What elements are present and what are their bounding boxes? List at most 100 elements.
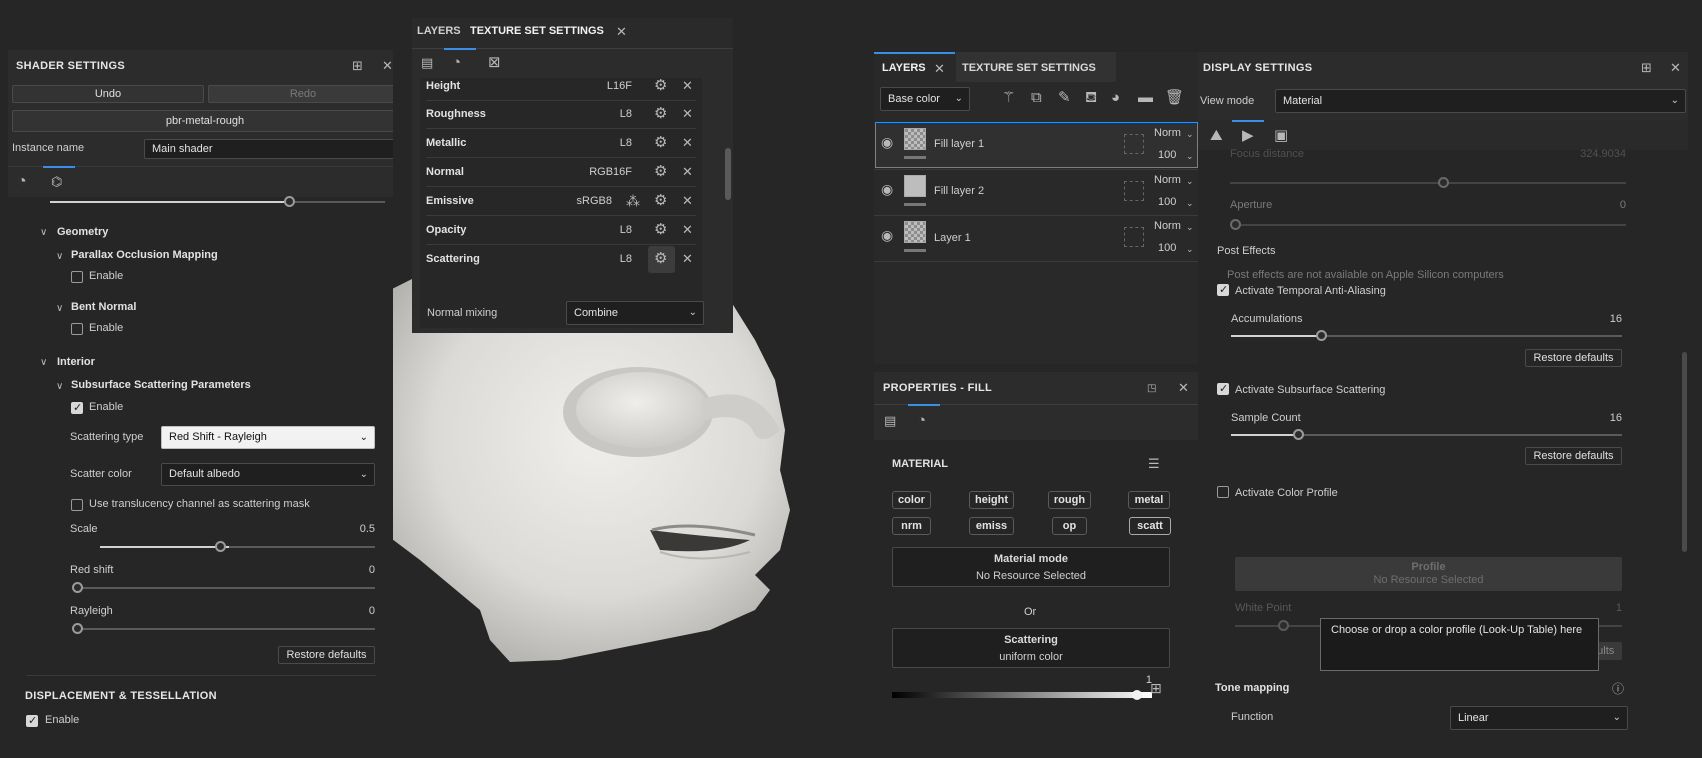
interior-section[interactable]: Interior: [57, 356, 95, 368]
trash-icon[interactable]: 🗑: [1165, 90, 1184, 105]
aperture-knob[interactable]: [1230, 219, 1241, 230]
function-select[interactable]: Linear ⌄: [1450, 706, 1628, 730]
bent-normal-section[interactable]: Bent Normal: [71, 301, 136, 313]
restore-defaults-button[interactable]: Restore defaults: [1525, 447, 1622, 465]
shader-tab-icon[interactable]: ◔: [17, 174, 27, 190]
profile-slot[interactable]: Profile No Resource Selected: [1235, 557, 1622, 591]
shader-name-button[interactable]: pbr-metal-rough: [12, 110, 393, 132]
material-tab-icon[interactable]: ◔: [917, 413, 926, 428]
channel-tag-emiss[interactable]: emiss: [969, 517, 1014, 535]
chevron-down-icon[interactable]: ∨: [56, 250, 63, 264]
chevron-down-icon[interactable]: ∨: [56, 302, 63, 316]
remove-channel-icon[interactable]: ✕: [682, 194, 693, 208]
gear-icon[interactable]: ⚙: [654, 106, 667, 121]
remove-channel-icon[interactable]: ✕: [682, 136, 693, 150]
bent-normal-enable-checkbox[interactable]: [71, 323, 83, 335]
normal-mixing-select[interactable]: Combine ⌄: [566, 301, 704, 325]
tab-texture-set-settings[interactable]: TEXTURE SET SETTINGS: [962, 62, 1096, 74]
channel-tag-rough[interactable]: rough: [1048, 491, 1091, 509]
texture-tab-icon[interactable]: ▤: [421, 56, 433, 70]
camera-tab-icon[interactable]: ▶: [1242, 128, 1254, 143]
uv-tab-icon[interactable]: ⊠: [488, 55, 501, 70]
scattering-type-select[interactable]: Red Shift - Rayleigh ⌄: [161, 426, 375, 449]
color-space-icon[interactable]: ⁂: [626, 194, 640, 208]
mask-slot[interactable]: [1124, 181, 1144, 201]
channel-format[interactable]: L8: [596, 108, 632, 120]
preset-menu-icon[interactable]: ☰: [1148, 457, 1160, 471]
close-icon[interactable]: ✕: [616, 25, 627, 39]
eye-icon[interactable]: ◉: [881, 228, 893, 242]
rayleigh-slider-knob[interactable]: [72, 623, 83, 634]
scattering-slot[interactable]: Scattering uniform color: [892, 628, 1170, 668]
gear-icon[interactable]: ⚙: [654, 164, 667, 179]
accumulations-knob[interactable]: [1316, 330, 1327, 341]
magic-wand-icon[interactable]: ⚚: [1002, 90, 1015, 105]
channel-tag-metal[interactable]: metal: [1128, 491, 1170, 509]
channel-tag-color[interactable]: color: [892, 491, 931, 509]
pom-enable-checkbox[interactable]: [71, 271, 83, 283]
channel-format[interactable]: L8: [596, 224, 632, 236]
scale-slider-knob[interactable]: [215, 541, 226, 552]
mask-slot[interactable]: [1124, 227, 1144, 247]
texture-tab-icon[interactable]: ▤: [884, 414, 896, 428]
layer-opacity[interactable]: 100: [1158, 242, 1176, 254]
folder-icon[interactable]: ▬: [1138, 90, 1153, 105]
top-slider-knob[interactable]: [284, 196, 295, 207]
pick-value-icon[interactable]: ⊞: [1150, 681, 1162, 695]
environment-tab-icon[interactable]: ⛰: [1210, 128, 1223, 143]
close-icon[interactable]: ✕: [934, 62, 945, 76]
channel-tag-scatt[interactable]: scatt: [1129, 517, 1171, 535]
translucency-checkbox[interactable]: [71, 499, 83, 511]
channel-tag-op[interactable]: op: [1052, 517, 1087, 535]
close-icon[interactable]: ✕: [1670, 61, 1681, 75]
smart-material-icon[interactable]: ◕: [1111, 90, 1120, 105]
instance-name-input[interactable]: Main shader: [144, 139, 393, 159]
layer-name[interactable]: Layer 1: [934, 232, 971, 244]
scattering-slider-knob[interactable]: [1132, 690, 1142, 700]
sss-checkbox[interactable]: [1217, 382, 1229, 395]
channel-format[interactable]: L8: [596, 253, 632, 265]
focus-distance-knob[interactable]: [1438, 177, 1449, 188]
blend-mode[interactable]: Norm: [1154, 220, 1181, 232]
view-mode-select[interactable]: Material ⌄: [1275, 89, 1686, 113]
blend-mode[interactable]: Norm: [1154, 127, 1181, 139]
channel-select[interactable]: Base color ⌄: [880, 87, 970, 111]
scrollbar[interactable]: [725, 148, 731, 200]
layer-opacity[interactable]: 100: [1158, 149, 1176, 161]
chevron-down-icon[interactable]: ∨: [56, 380, 63, 394]
sss-params-section[interactable]: Subsurface Scattering Parameters: [71, 379, 251, 391]
blend-mode[interactable]: Norm: [1154, 174, 1181, 186]
gear-icon[interactable]: ⚙: [654, 135, 667, 150]
redo-button[interactable]: Redo: [208, 85, 393, 103]
geometry-section[interactable]: Geometry: [57, 226, 108, 238]
restore-defaults-button[interactable]: Restore defaults: [1525, 349, 1622, 367]
sample-count-knob[interactable]: [1293, 429, 1304, 440]
tab-layers[interactable]: LAYERS: [882, 62, 926, 74]
channel-format[interactable]: RGB16F: [572, 166, 632, 178]
tab-layers[interactable]: LAYERS: [417, 25, 461, 37]
white-point-knob[interactable]: [1278, 620, 1289, 631]
channel-tag-nrm[interactable]: nrm: [892, 517, 931, 535]
maximize-icon[interactable]: ◳: [1147, 382, 1156, 396]
sss-enable-checkbox[interactable]: [71, 401, 83, 414]
remove-channel-icon[interactable]: ✕: [682, 165, 693, 179]
remove-channel-icon[interactable]: ✕: [682, 223, 693, 237]
viewport-tab-icon[interactable]: ▣: [1274, 128, 1288, 143]
remove-channel-icon[interactable]: ✕: [682, 252, 693, 266]
mask-slot[interactable]: [1124, 134, 1144, 154]
layer-name[interactable]: Fill layer 1: [934, 138, 984, 150]
parameters-tab-icon[interactable]: ⌬: [51, 175, 62, 189]
channel-format[interactable]: L16F: [596, 80, 632, 92]
restore-defaults-button[interactable]: Restore defaults: [278, 646, 375, 664]
eye-icon[interactable]: ◉: [881, 135, 893, 149]
pom-section[interactable]: Parallax Occlusion Mapping: [71, 249, 218, 261]
gear-icon[interactable]: ⚙: [654, 193, 667, 208]
add-effect-icon[interactable]: ⧉: [1031, 90, 1042, 105]
info-icon[interactable]: ⓘ: [1612, 682, 1624, 696]
panel-dock-icon[interactable]: ⊞: [1641, 61, 1652, 75]
layer-name[interactable]: Fill layer 2: [934, 185, 984, 197]
remove-channel-icon[interactable]: ✕: [682, 107, 693, 121]
channel-format[interactable]: L8: [596, 137, 632, 149]
layer-opacity[interactable]: 100: [1158, 196, 1176, 208]
chevron-down-icon[interactable]: ∨: [40, 226, 47, 240]
